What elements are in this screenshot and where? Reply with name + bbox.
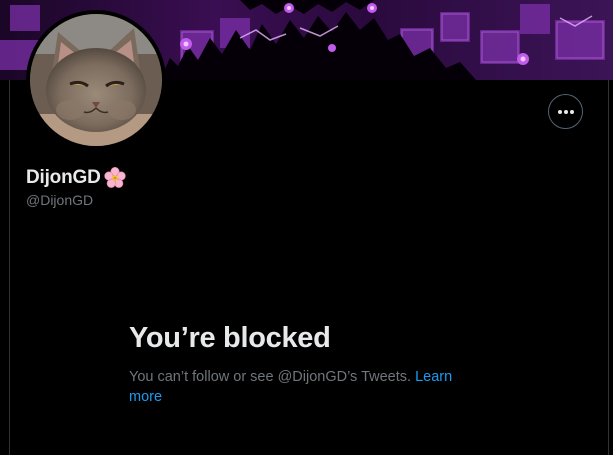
blocked-message: You can’t follow or see @DijonGD’s Tweet… bbox=[129, 367, 489, 407]
blocked-title: You’re blocked bbox=[129, 322, 331, 354]
more-options-button[interactable] bbox=[548, 94, 583, 129]
display-name-row: DijonGD bbox=[26, 166, 127, 190]
profile-handle: @DijonGD bbox=[26, 192, 94, 208]
avatar[interactable] bbox=[26, 10, 166, 150]
display-name: DijonGD bbox=[26, 167, 101, 188]
column-border-right bbox=[608, 80, 609, 455]
profile-page: DijonGD @DijonGD You’re blocked You can’… bbox=[0, 0, 613, 455]
cat-avatar-icon bbox=[30, 14, 162, 146]
cherry-blossom-icon bbox=[103, 167, 126, 188]
more-horizontal-icon bbox=[557, 109, 574, 114]
blocked-message-text: You can’t follow or see @DijonGD’s Tweet… bbox=[129, 369, 412, 385]
column-border-left bbox=[9, 80, 10, 455]
